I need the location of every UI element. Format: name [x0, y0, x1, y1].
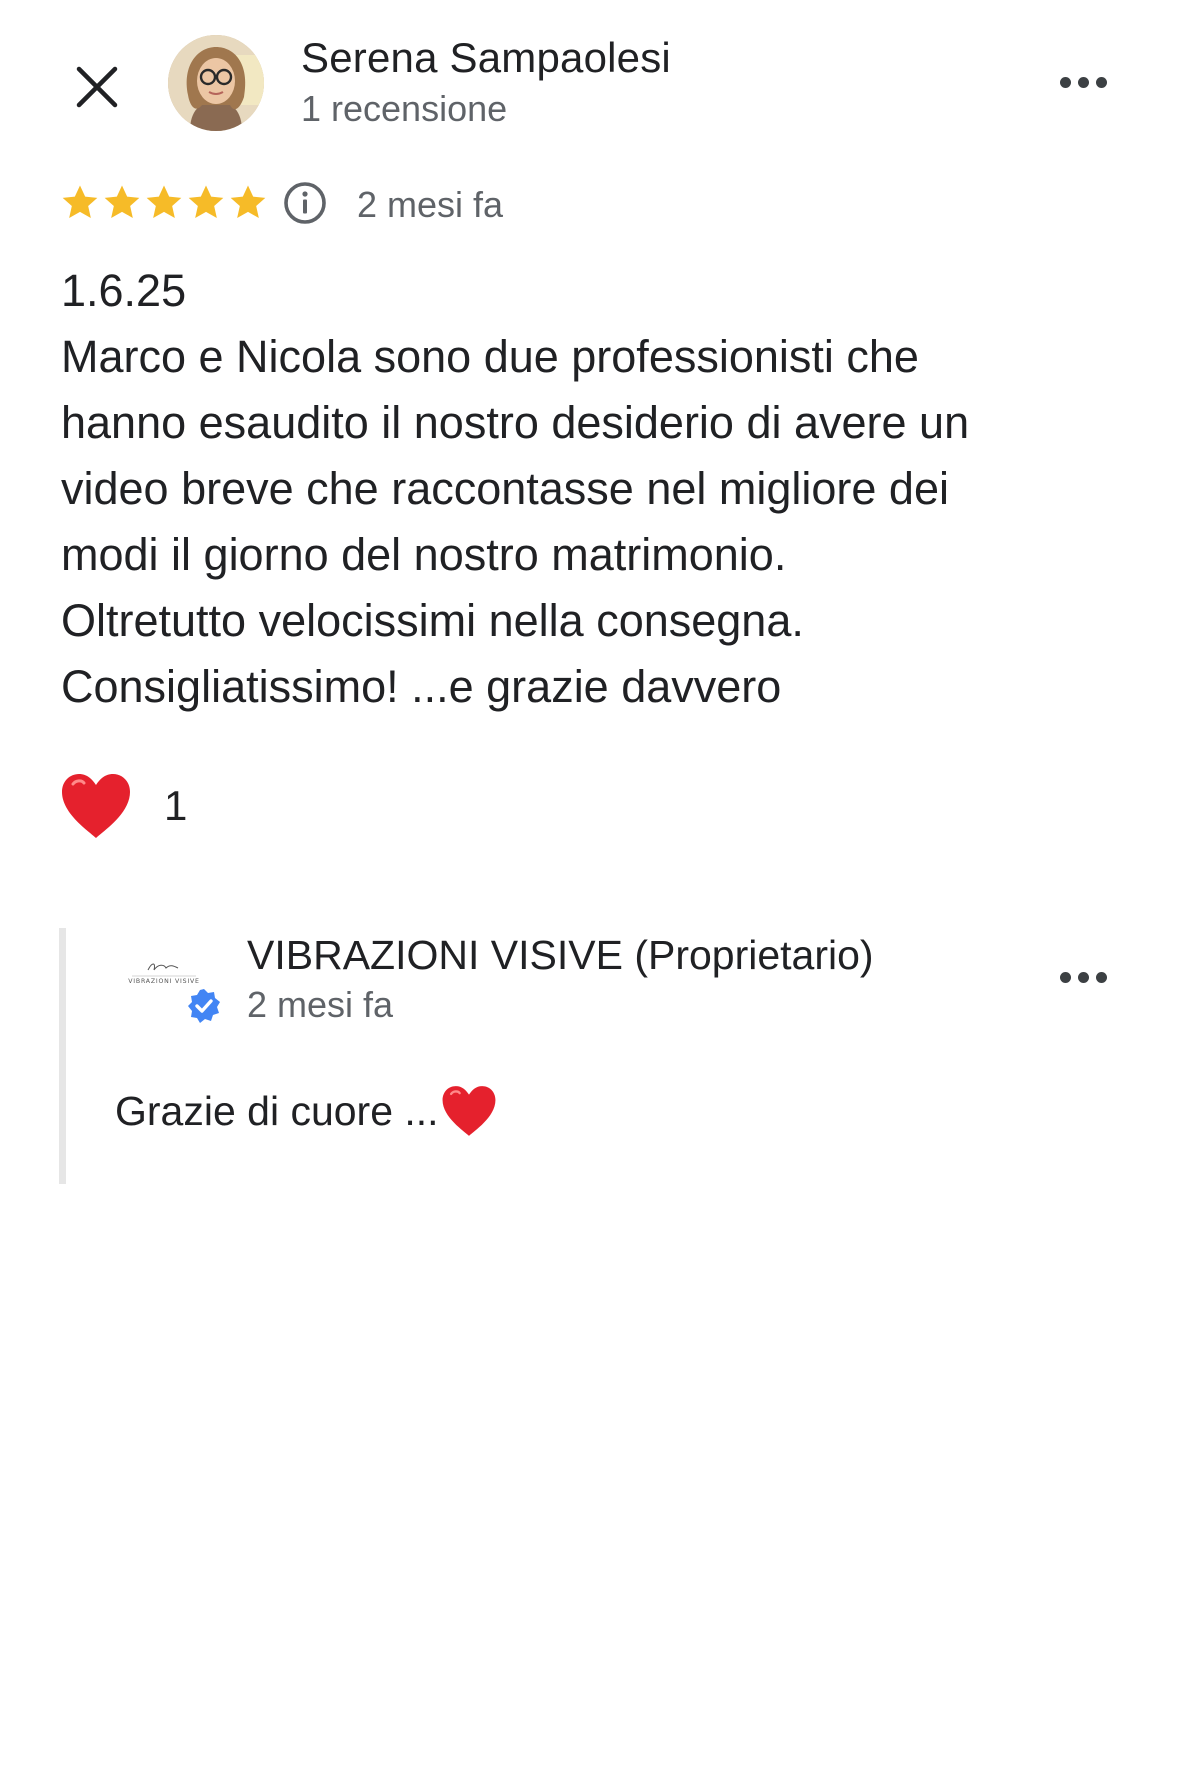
review-text: 1.6.25 Marco e Nicola sono due professio… — [61, 258, 1121, 720]
star-icon — [188, 185, 224, 218]
verified-badge-icon — [188, 989, 220, 1023]
more-options-button[interactable] — [1048, 62, 1118, 102]
review-text-line: hanno esaudito il nostro desiderio di av… — [61, 397, 970, 448]
review-date: 2 mesi fa — [357, 184, 504, 225]
heart-icon — [62, 774, 130, 838]
owner-name[interactable]: VIBRAZIONI VISIVE (Proprietario) — [247, 932, 874, 979]
more-horiz-icon — [1059, 76, 1071, 88]
star-icon — [146, 185, 182, 218]
review-text-line: modi il giorno del nostro matrimonio. — [61, 529, 787, 580]
reply-divider — [59, 928, 66, 1184]
star-icon — [104, 185, 140, 218]
svg-text:VIBRAZIONI VISIVE: VIBRAZIONI VISIVE — [128, 978, 200, 985]
review-text-line: 1.6.25 — [61, 265, 187, 316]
star-icon — [62, 185, 98, 218]
review-text-line: Oltretutto velocissimi nella consegna. — [61, 595, 804, 646]
star-rating — [60, 183, 268, 223]
reaction-count: 1 — [164, 782, 188, 829]
author-name[interactable]: Serena Sampaolesi — [301, 34, 671, 82]
info-icon[interactable] — [282, 180, 328, 226]
review-text-line: Marco e Nicola sono due professionisti c… — [61, 331, 919, 382]
author-avatar[interactable] — [168, 35, 264, 131]
close-button[interactable] — [62, 52, 132, 122]
review-text-line: Consigliatissimo! ...e grazie davvero — [61, 661, 782, 712]
owner-reply-text-content: Grazie di cuore ... — [115, 1087, 439, 1134]
more-horiz-icon — [1059, 971, 1071, 983]
reaction-button[interactable]: 1 — [60, 772, 187, 840]
owner-reply-date: 2 mesi fa — [247, 984, 394, 1025]
review-text-line: video breve che raccontasse nel migliore… — [61, 463, 949, 514]
heart-emoji-icon — [442, 1086, 496, 1136]
close-icon — [76, 66, 118, 108]
reply-more-options-button[interactable] — [1048, 957, 1118, 997]
author-review-count: 1 recensione — [301, 88, 508, 129]
owner-reply-text: Grazie di cuore ... — [115, 1084, 497, 1138]
star-icon — [230, 185, 266, 218]
review-detail-sheet: Serena Sampaolesi 1 recensione 2 mesi fa… — [0, 0, 1179, 1768]
